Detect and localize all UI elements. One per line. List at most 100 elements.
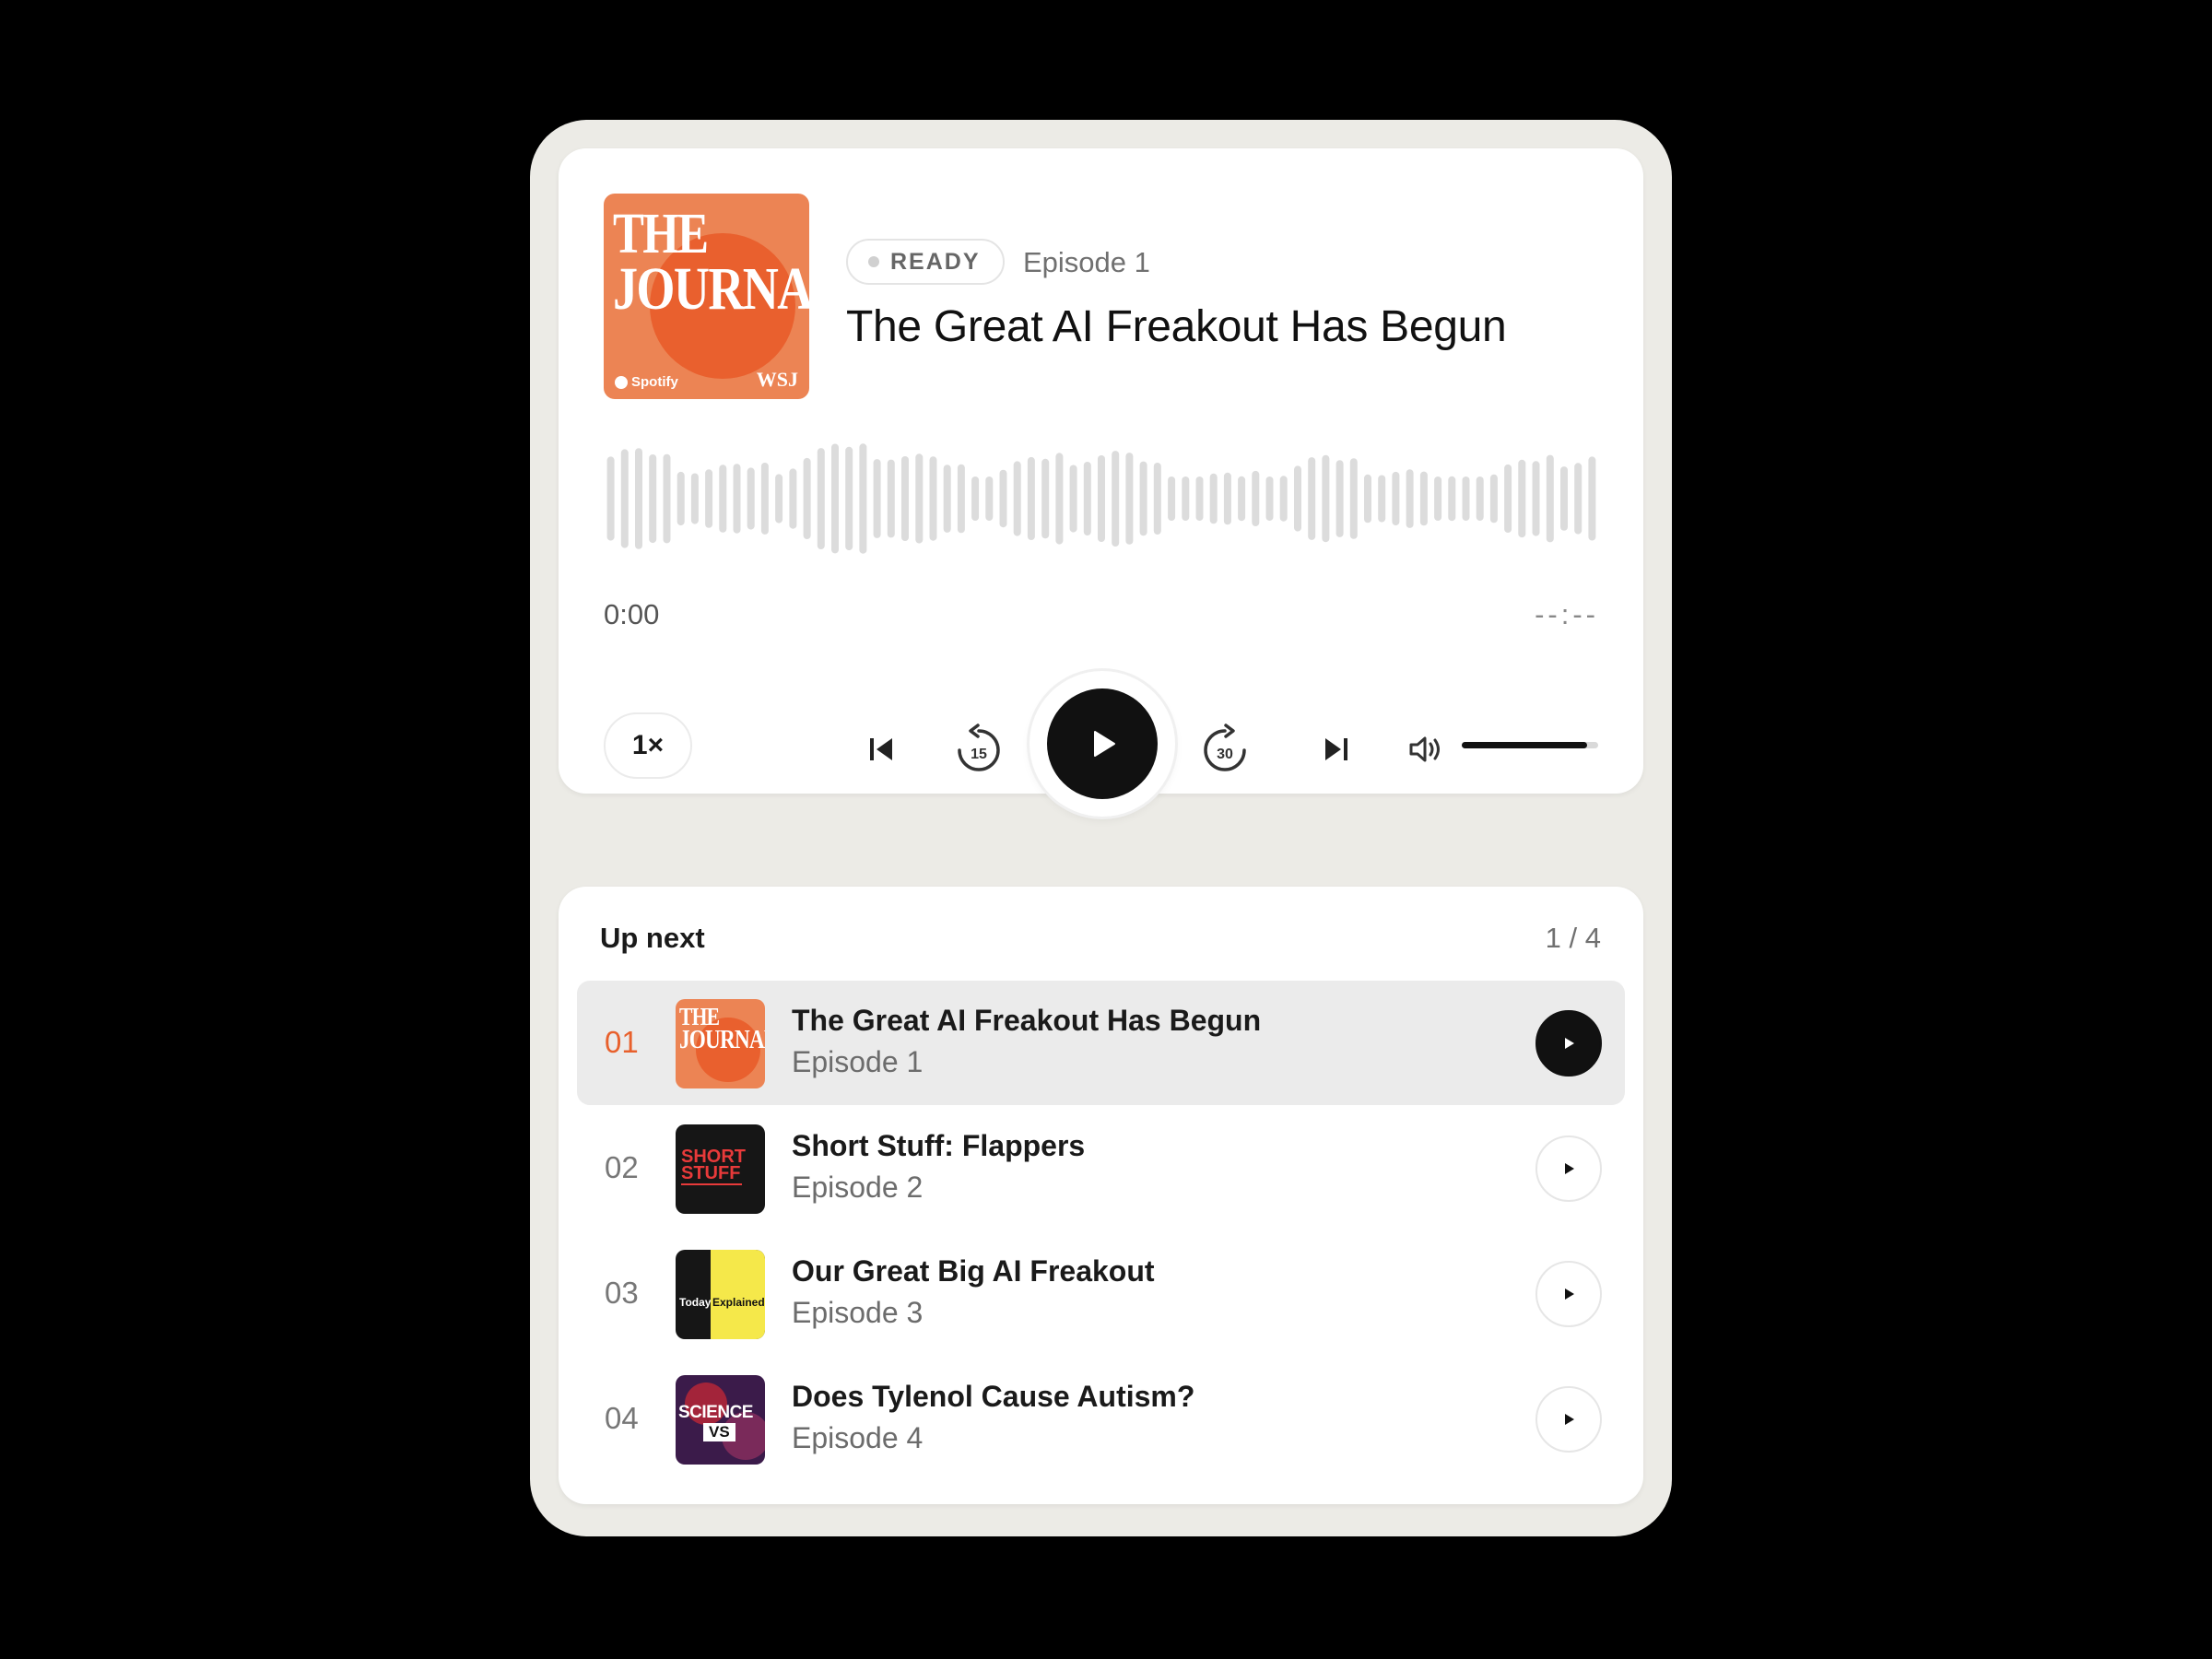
waveform-bar [789,468,797,529]
waveform-bar [1532,461,1540,536]
waveform-bar [803,457,811,539]
episode-thumbnail: SCIENCE VS [676,1375,765,1465]
mute-button[interactable] [1398,722,1453,777]
status-dot-icon [868,256,879,267]
art-word-2: JOURNAL. [613,255,809,323]
queue-position: 1 / 4 [1545,922,1601,954]
waveform-bar [775,474,783,524]
thumb-top-word: SCIENCE [678,1403,753,1422]
waveform-bar [1560,466,1568,531]
waveform-bar [943,465,951,533]
waveform-bar [1195,477,1204,521]
waveform-bar [1139,461,1147,536]
queue-item-subtitle: Episode 3 [792,1296,924,1329]
waveform-bar [1083,462,1091,535]
waveform-bar [1055,453,1064,545]
playback-speed-button[interactable]: 1× [604,712,692,779]
queue-item[interactable]: 02 SHORT STUFF Short Stuff: Flappers Epis… [577,1106,1625,1230]
waveform-bar [606,456,615,541]
waveform-bar [1223,472,1231,525]
waveform-bar [1448,476,1456,522]
total-time: --:-- [1535,598,1599,630]
status-label: READY [890,248,981,275]
queue-item[interactable]: 01 THE JOURNAL. The Great AI Freakout Ha… [577,981,1625,1105]
play-button-ring [1030,671,1175,817]
waveform-bar [1125,453,1134,545]
waveform-bar [1252,470,1260,526]
waveform-bar [1378,475,1386,523]
art-publisher: WSJ [756,368,798,391]
waveform-bar [1279,476,1288,522]
art-brand-label: Spotify [631,374,678,390]
queue-item-subtitle: Episode 1 [792,1045,924,1078]
volume-slider[interactable] [1462,742,1598,748]
waveform-bar [1168,477,1176,521]
skip-back-seconds: 15 [971,747,987,762]
waveform-bar [649,454,657,544]
queue-item[interactable]: 04 SCIENCE VS Does Tylenol Cause Autism?… [577,1357,1625,1481]
waveform-bar [1308,457,1316,540]
now-playing-card: THE JOURNAL. Spotify WSJ READY Episode 1… [559,148,1643,817]
status-badge: READY [846,239,1005,285]
waveform-bar [915,453,924,544]
waveform-bar [971,477,980,521]
waveform-bar [817,448,825,549]
album-art: THE JOURNAL. Spotify WSJ [604,194,809,399]
forward-30-icon: 30 [1204,724,1246,771]
waveform-bar [719,465,727,533]
queue-item-title: The Great AI Freakout Has Begun [792,1004,1262,1037]
up-next-card: Up next 1 / 4 01 THE JOURNAL. The Great … [559,887,1643,1504]
waveform-bar [1546,454,1554,543]
play-icon [1565,1414,1574,1425]
waveform-bar [887,459,895,538]
thumb-yellow-panel [711,1250,765,1339]
podcast-player-widget: THE JOURNAL. Spotify WSJ READY Episode 1… [530,120,1672,1536]
waveform-bar [1574,463,1583,535]
waveform-bar [1489,474,1498,524]
skip-forward-seconds: 30 [1217,747,1233,762]
waveform-bar [1462,477,1470,521]
thumb-line-2: STUFF [681,1163,741,1183]
queue-item-number: 04 [605,1401,639,1435]
queue-play-button[interactable] [1535,1261,1602,1327]
queue-item-title: Short Stuff: Flappers [792,1129,1086,1162]
waveform-bar [1476,477,1484,521]
episode-thumbnail: SHORT STUFF [676,1124,765,1214]
skip-previous-icon [870,738,892,760]
waveform-bar [1419,471,1428,526]
queue-item[interactable]: 03 Today Explained Our Great Big AI Frea… [577,1231,1625,1356]
queue-item-title: Does Tylenol Cause Autism? [792,1380,1195,1413]
skip-back-button[interactable]: 15 [942,712,1016,786]
waveform-bar [1588,456,1596,541]
thumb-word-2: JOURNAL. [679,1025,765,1054]
queue-play-button[interactable] [1535,1010,1602,1077]
rewind-15-icon: 15 [958,724,1000,771]
waveform-bar [1504,464,1512,533]
play-button[interactable] [1047,688,1158,799]
waveform-bar [957,464,965,534]
waveform-bar [760,463,769,535]
waveform-bar [1434,477,1442,521]
queue-play-button[interactable] [1535,1135,1602,1202]
waveform-bar [1027,456,1035,540]
skip-forward-button[interactable]: 30 [1188,712,1262,786]
waveform-bar [1112,451,1120,547]
play-icon [1565,1163,1574,1174]
queue-item-title: Our Great Big AI Freakout [792,1254,1155,1288]
waveform-bar [620,449,629,548]
waveform-bar [929,456,937,541]
queue-heading: Up next [600,922,705,954]
next-button[interactable] [1309,722,1364,777]
episode-label: Episode 1 [1023,246,1150,278]
thumb-bottom-word: VS [703,1423,735,1441]
previous-button[interactable] [853,722,909,777]
waveform-bar [845,446,853,551]
episode-thumbnail: THE JOURNAL. [676,999,765,1088]
waveform-bar [1392,471,1400,526]
waveform-bar [677,471,685,526]
waveform-bar [999,469,1007,528]
waveform-scrubber[interactable] [604,434,1599,563]
art-word-1: THE [613,203,709,265]
queue-play-button[interactable] [1535,1386,1602,1453]
queue-item-number: 03 [605,1276,639,1310]
